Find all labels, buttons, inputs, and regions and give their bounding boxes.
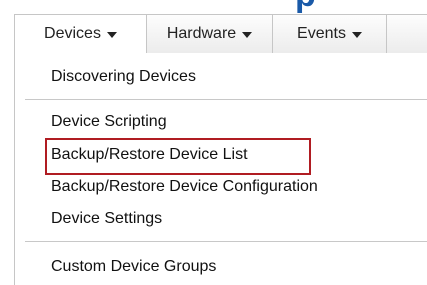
tab-hardware[interactable]: Hardware: [146, 15, 272, 53]
menu-item-backup-restore-device-configuration[interactable]: Backup/Restore Device Configuration: [51, 177, 318, 197]
menu-item-device-scripting[interactable]: Device Scripting: [51, 112, 167, 132]
tab-overflow[interactable]: [386, 15, 427, 53]
menu-divider: [25, 241, 427, 242]
screenshot-stage: p Devices Hardware Events Discovering De…: [0, 0, 427, 285]
tab-devices[interactable]: Devices: [14, 15, 146, 53]
menu-item-discovering-devices[interactable]: Discovering Devices: [51, 67, 196, 87]
tab-events[interactable]: Events: [272, 15, 386, 53]
menu-divider: [25, 99, 427, 100]
tab-events-label: Events: [297, 25, 346, 42]
page-heading-fragment: p: [295, 0, 316, 12]
menu-item-device-settings[interactable]: Device Settings: [51, 209, 162, 229]
menu-item-backup-restore-device-list[interactable]: Backup/Restore Device List: [51, 145, 248, 165]
tab-devices-label: Devices: [44, 25, 101, 42]
caret-down-icon: [242, 31, 253, 38]
tab-hardware-label: Hardware: [166, 25, 237, 42]
menu-bar: Devices Hardware Events: [14, 14, 427, 54]
caret-down-icon: [351, 31, 362, 38]
caret-down-icon: [106, 31, 117, 38]
menu-item-custom-device-groups[interactable]: Custom Device Groups: [51, 257, 216, 277]
devices-dropdown-menu: Discovering Devices Device Scripting Bac…: [14, 53, 427, 285]
